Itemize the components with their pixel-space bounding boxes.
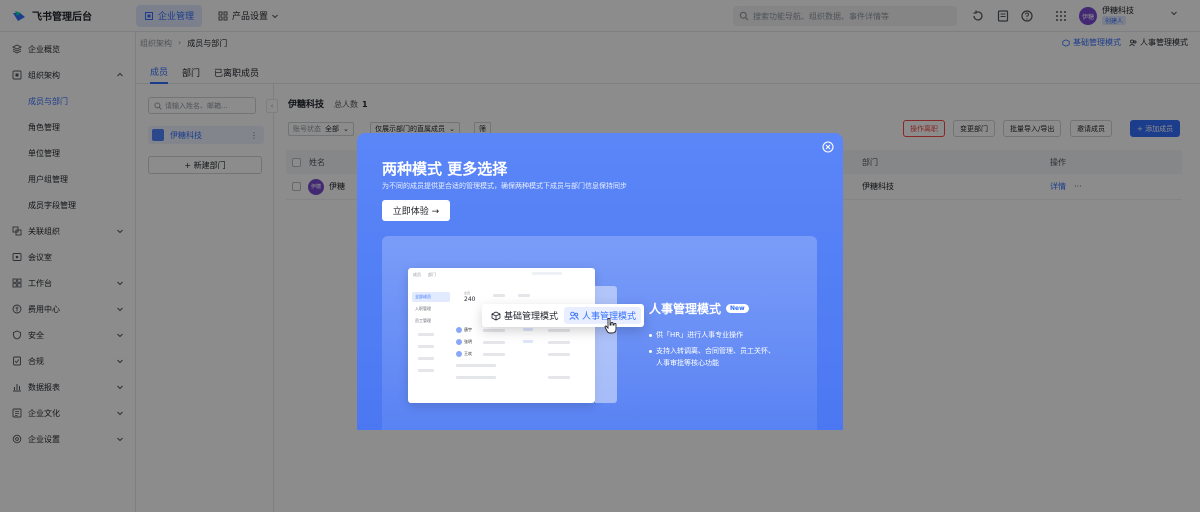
mock-stat-value: 240 xyxy=(464,296,476,303)
basic-mode-option: 基础管理模式 xyxy=(482,309,562,322)
close-icon[interactable] xyxy=(822,141,834,153)
feature-item: 供「HR」进行人事专业操作 xyxy=(649,330,743,341)
try-now-button[interactable]: 立即体验 → xyxy=(382,200,450,221)
feature-item-continued: 人事审批等核心功能 xyxy=(656,359,719,367)
mock-tab: 成员 xyxy=(413,272,421,277)
modal-title: 两种模式 更多选择 xyxy=(382,160,508,178)
people-icon xyxy=(569,311,579,320)
cube-icon xyxy=(491,311,501,320)
mock-side-item: 入职管理 xyxy=(415,306,431,311)
mock-row-name: 王欢 xyxy=(464,351,472,356)
mode-switcher-illustration: 基础管理模式 人事管理模式 xyxy=(482,304,644,327)
mock-side-item: 全部成员 xyxy=(412,292,450,302)
hand-cursor-icon xyxy=(604,318,617,334)
mock-tab: 部门 xyxy=(428,272,436,277)
feature-panel: 成员 部门 全部成员 入职管理 员工管理 全员 240 唐宇 张明 王欢 基础管… xyxy=(382,236,817,430)
new-badge: New xyxy=(726,304,749,313)
feature-item: 支持入转调离、合同管理、员工关怀、 xyxy=(649,346,775,357)
mock-side-item: 员工管理 xyxy=(415,318,431,323)
mock-row-name: 张明 xyxy=(464,339,472,344)
modal-subtitle: 为不同的成员提供更合适的管理模式，确保两种模式下成员与部门信息保持同步 xyxy=(382,182,627,190)
hr-mode-title: 人事管理模式 New xyxy=(649,300,749,317)
mode-intro-modal: 两种模式 更多选择 为不同的成员提供更合适的管理模式，确保两种模式下成员与部门信… xyxy=(357,133,843,430)
hr-mode-preview-image: 成员 部门 全部成员 入职管理 员工管理 全员 240 唐宇 张明 王欢 xyxy=(408,268,595,403)
mock-stat-label: 全员 xyxy=(464,291,471,295)
mock-row-name: 唐宇 xyxy=(464,327,472,332)
